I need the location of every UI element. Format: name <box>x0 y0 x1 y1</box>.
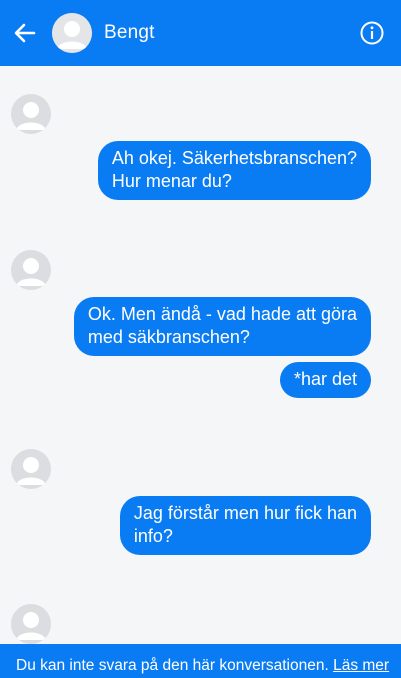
sender-avatar <box>11 94 51 134</box>
default-avatar-icon <box>11 449 51 489</box>
contact-name[interactable]: Bengt <box>104 22 155 44</box>
default-avatar-icon <box>11 250 51 290</box>
back-button[interactable] <box>12 20 38 46</box>
sender-avatar <box>11 250 51 290</box>
cannot-reply-banner: Du kan inte svara på den här konversatio… <box>0 644 401 678</box>
message-list[interactable]: Ah okej. Säkerhetsbranschen? Hur menar d… <box>0 66 401 644</box>
message-bubble[interactable]: Ah okej. Säkerhetsbranschen? Hur menar d… <box>97 141 371 200</box>
info-button[interactable] <box>359 20 385 46</box>
arrow-left-icon <box>14 23 36 43</box>
message-bubble[interactable]: Ok. Men ändå - vad hade att göra med säk… <box>73 297 371 356</box>
info-icon <box>360 21 384 45</box>
read-more-link[interactable]: Läs mer <box>333 657 389 674</box>
sender-avatar <box>11 604 51 644</box>
sender-avatar <box>11 449 51 489</box>
message-bubble[interactable]: *har det <box>279 362 371 398</box>
default-avatar-icon <box>52 13 92 53</box>
default-avatar-icon <box>11 604 51 644</box>
conversation-header: Bengt <box>0 0 401 66</box>
message-bubble[interactable]: Jag förstår men hur fick han info? <box>119 496 371 555</box>
cannot-reply-notice: Du kan inte svara på den här konversatio… <box>16 657 334 674</box>
default-avatar-icon <box>11 94 51 134</box>
contact-avatar[interactable] <box>52 13 92 53</box>
